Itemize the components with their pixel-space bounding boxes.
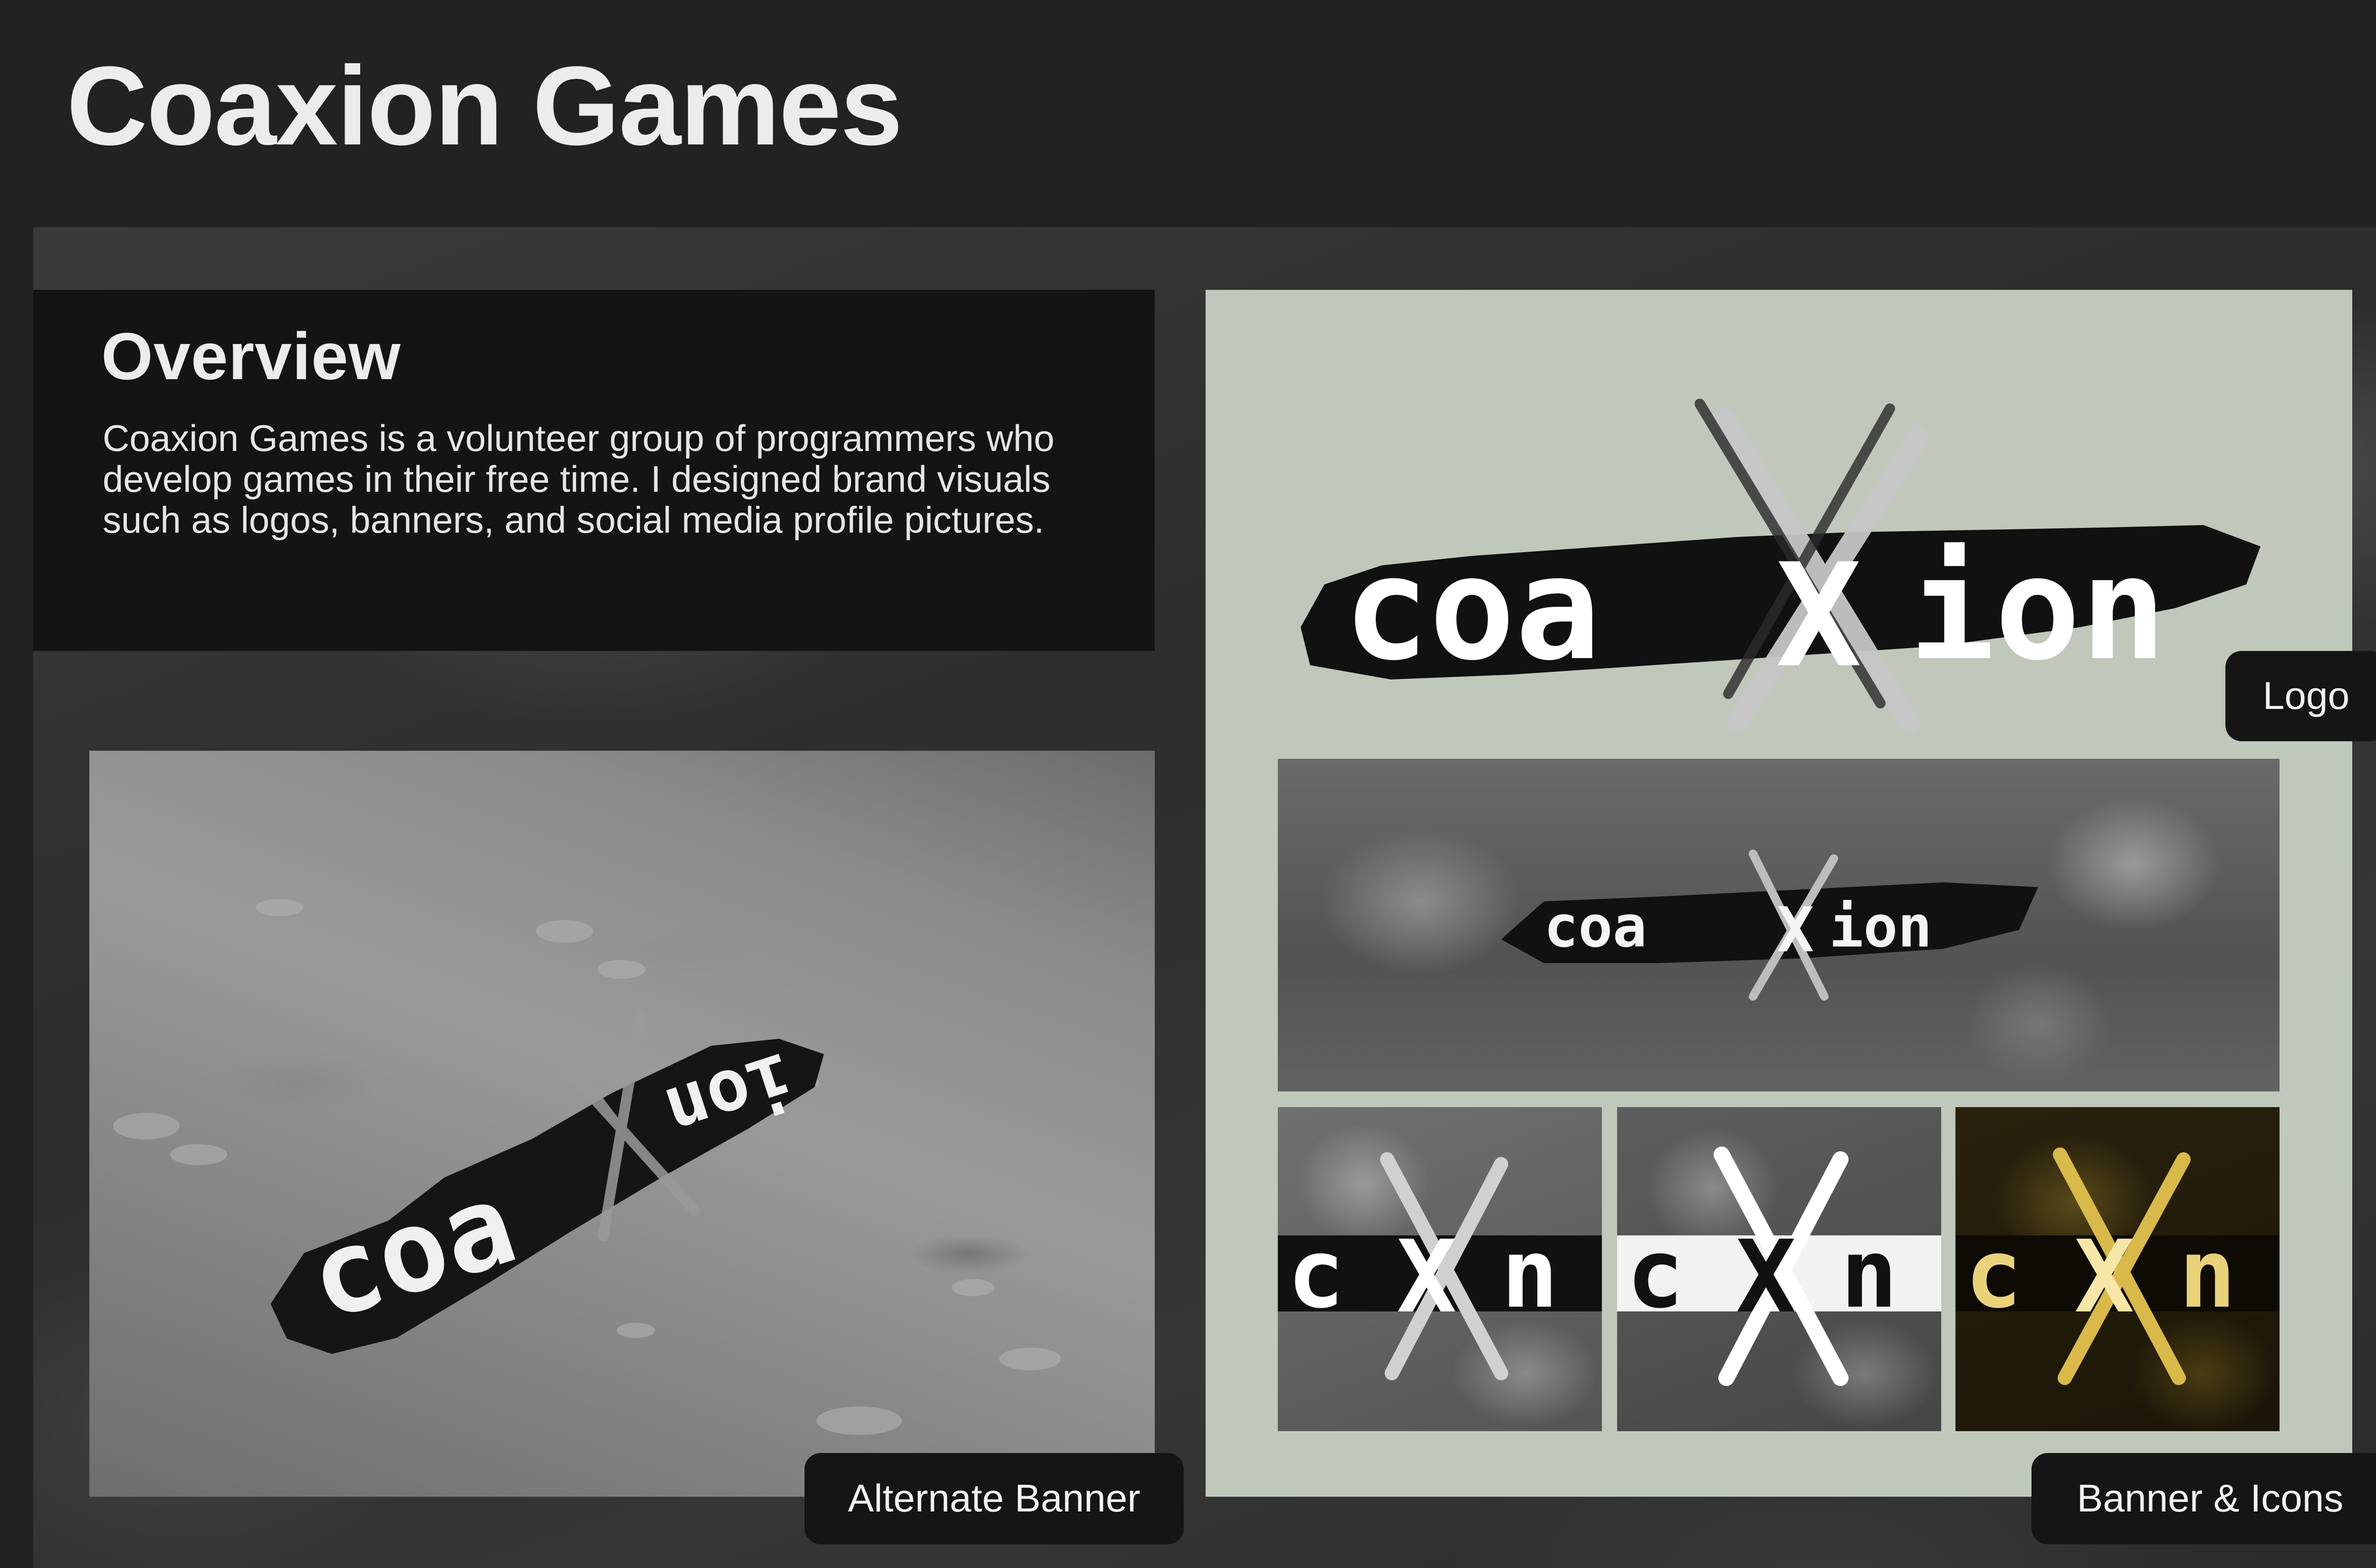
icon-gold-left: c: [1965, 1219, 2022, 1329]
logo-x-mark: X: [1776, 533, 1862, 699]
logo-wordmark-right: ion: [1909, 526, 2166, 692]
alternate-banner-label: Alternate Banner: [805, 1453, 1184, 1544]
banner-wordmark-right: ion: [1829, 894, 1932, 960]
banner-wordmark-left: coa: [1544, 894, 1647, 960]
banner-icons-label: Banner & Icons: [2031, 1453, 2376, 1544]
icon-dark-right: n: [1501, 1219, 1558, 1329]
icon-white-left: c: [1627, 1219, 1684, 1329]
banner-image: coa X ion: [1278, 759, 2280, 1091]
icon-gold-right: n: [2179, 1219, 2236, 1329]
icon-white: c X n: [1617, 1107, 1941, 1431]
logo-wordmark-left: coa: [1343, 526, 1601, 692]
alt-banner-wordmark-left: coa: [293, 1157, 530, 1347]
icon-dark-left: c: [1287, 1219, 1344, 1329]
overview-description: Coaxion Games is a volunteer group of pr…: [103, 417, 1054, 541]
icon-white-right: n: [1840, 1219, 1897, 1329]
banner-x-mark: X: [1777, 894, 1814, 966]
alternate-banner-photo: coa ion: [89, 751, 1155, 1497]
brand-panel: coa X ion coa X ion c X n c X n c X n: [1206, 290, 2352, 1497]
icon-gold-x: X: [2074, 1219, 2134, 1335]
overview-card: Overview Coaxion Games is a volunteer gr…: [33, 290, 1155, 651]
icon-white-x: X: [1736, 1219, 1796, 1335]
icon-dark: c X n: [1278, 1107, 1602, 1431]
overview-heading: Overview: [101, 319, 401, 393]
alt-banner-wordmark-right: ion: [656, 1036, 804, 1154]
coaxion-logo: coa X ion: [1272, 361, 2284, 765]
logo-label: Logo: [2225, 651, 2376, 741]
page-title: Coaxion Games: [67, 43, 903, 169]
icon-dark-x: X: [1397, 1219, 1456, 1335]
icon-gold: c X n: [1955, 1107, 2280, 1431]
